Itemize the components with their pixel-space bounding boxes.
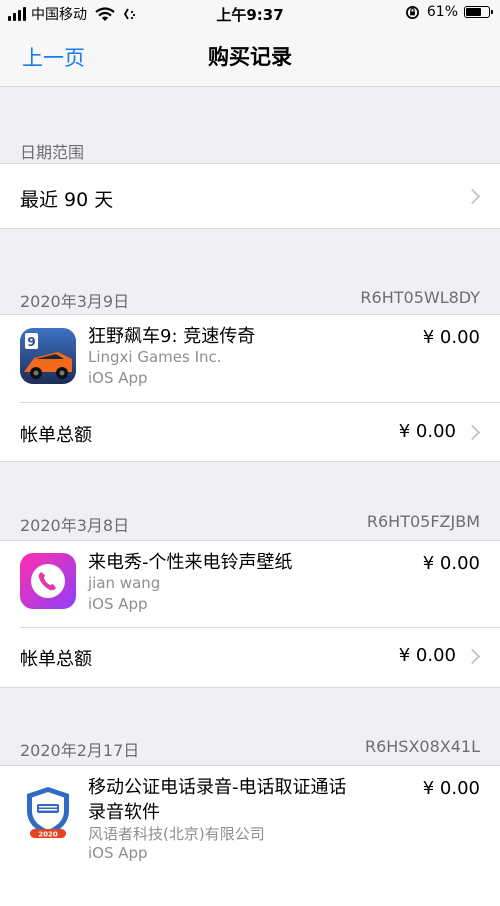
icon-badge-year: 2020 — [38, 831, 58, 839]
total-row[interactable]: 帐单总额 ¥ 0.00 — [0, 628, 500, 686]
app-developer: jian wang — [88, 574, 161, 592]
app-type: iOS App — [88, 844, 148, 862]
phone-call-show-icon — [20, 553, 76, 609]
navigation-bar: 上一页 购买记录 — [0, 28, 500, 87]
app-price: ¥ 0.00 — [422, 327, 480, 348]
total-label: 帐单总额 — [20, 649, 92, 670]
chevron-right-icon — [464, 424, 481, 441]
date-range-value: 最近 90 天 — [20, 189, 114, 211]
app-price: ¥ 0.00 — [422, 778, 480, 799]
chevron-right-icon — [464, 188, 481, 205]
chevron-right-icon — [464, 648, 481, 665]
app-name: 移动公证电话录音-电话取证通话录音软件 — [88, 777, 347, 823]
app-type: iOS App — [88, 369, 148, 387]
app-type: iOS App — [88, 595, 148, 613]
orientation-lock-icon — [405, 5, 419, 19]
app-developer: Lingxi Games Inc. — [88, 348, 222, 366]
status-bar: 中国移动 上午9:37 61% — [0, 0, 500, 28]
total-label: 帐单总额 — [20, 425, 92, 446]
app-price: ¥ 0.00 — [422, 553, 480, 574]
purchase-date: 2020年3月8日 — [20, 516, 130, 535]
order-id: R6HSX08X41L — [364, 737, 480, 756]
purchase-card: 9 狂野飙车9: 竞速传奇 Lingxi Games Inc. iOS App … — [0, 314, 500, 462]
total-value: ¥ 0.00 — [398, 421, 456, 442]
asphalt-9-icon: 9 — [20, 328, 76, 384]
total-value: ¥ 0.00 — [398, 645, 456, 666]
page-title: 购买记录 — [208, 45, 292, 69]
purchase-date: 2020年2月17日 — [20, 741, 140, 760]
date-range-header: 日期范围 — [20, 143, 85, 162]
purchase-card: 来电秀-个性来电铃声壁纸 jian wang iOS App ¥ 0.00 帐单… — [0, 540, 500, 688]
app-name: 来电秀-个性来电铃声壁纸 — [88, 552, 293, 573]
purchase-date: 2020年3月9日 — [20, 292, 130, 311]
date-range-row[interactable]: 最近 90 天 — [0, 163, 500, 229]
app-developer: 风语者科技(北京)有限公司 — [88, 825, 265, 843]
svg-text:9: 9 — [27, 335, 35, 349]
purchase-card: 2020 移动公证电话录音-电话取证通话录音软件 风语者科技(北京)有限公司 i… — [0, 765, 500, 906]
app-name: 狂野飙车9: 竞速传奇 — [88, 326, 256, 347]
order-id: R6HT05WL8DY — [360, 288, 480, 307]
battery-icon — [464, 6, 493, 18]
order-id: R6HT05FZJBM — [366, 512, 480, 531]
battery-percent: 61% — [426, 4, 458, 20]
total-row[interactable]: 帐单总额 ¥ 0.00 — [0, 403, 500, 461]
notary-recorder-icon: 2020 — [20, 783, 76, 839]
